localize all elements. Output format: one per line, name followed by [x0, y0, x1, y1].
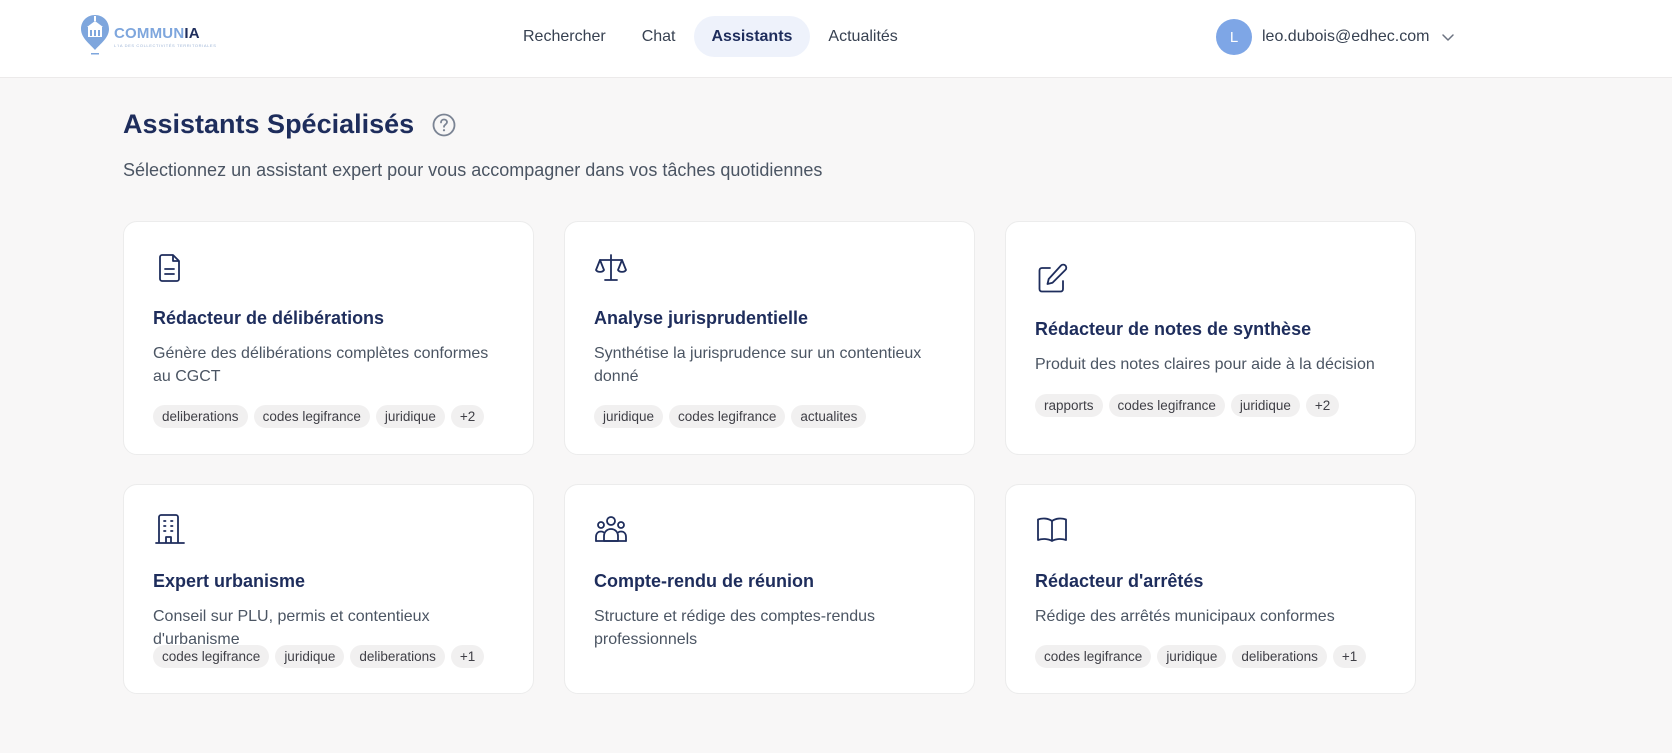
tag-more: +2: [450, 405, 485, 428]
nav-rechercher[interactable]: Rechercher: [505, 16, 624, 57]
card-description: Génère des délibérations complètes confo…: [153, 345, 489, 385]
tag: juridique: [1230, 394, 1300, 417]
tag: codes legifrance: [1035, 645, 1152, 668]
card-description: Produit des notes claires pour aide à la…: [1035, 356, 1375, 373]
tag: juridique: [594, 405, 664, 428]
tag-more: +1: [1332, 645, 1367, 668]
tag-list: deliberations codes legifrance juridique…: [153, 405, 485, 428]
document-icon: [159, 254, 180, 282]
logo-wordmark: COMMUNIA: [114, 25, 200, 42]
building-icon: [155, 514, 185, 544]
book-icon: [1037, 517, 1067, 542]
user-menu[interactable]: L leo.dubois@edhec.com: [1216, 19, 1455, 55]
card-title: Analyse jurisprudentielle: [594, 308, 809, 328]
card-title: Expert urbanisme: [153, 571, 306, 591]
assistant-card-notes-synthese[interactable]: Rédacteur de notes de synthèse Produit d…: [1005, 221, 1416, 455]
tag-list: rapports codes legifrance juridique +2: [1035, 394, 1340, 417]
tag: codes legifrance: [253, 405, 370, 428]
card-description: Synthétise la jurisprudence sur un conte…: [594, 345, 922, 385]
card-title: Compte-rendu de réunion: [594, 571, 814, 591]
edit-icon: [1038, 263, 1068, 293]
card-description: Rédige des arrêtés municipaux conformes: [1035, 608, 1335, 625]
tag: codes legifrance: [669, 405, 786, 428]
assistant-card-jurisprudence[interactable]: Analyse jurisprudentielle Synthétise la …: [564, 221, 975, 455]
tag: actualites: [791, 405, 867, 428]
card-title: Rédacteur de délibérations: [153, 308, 385, 328]
main-nav: Rechercher Chat Assistants Actualités: [505, 16, 916, 57]
scale-icon: [595, 254, 627, 281]
page-subtitle: Sélectionnez un assistant expert pour vo…: [123, 160, 823, 180]
help-circle-icon[interactable]: [431, 112, 457, 138]
tag: codes legifrance: [1108, 394, 1225, 417]
user-email: leo.dubois@edhec.com: [1262, 28, 1430, 45]
tag-list: codes legifrance juridique deliberations…: [153, 645, 485, 668]
tag: rapports: [1035, 394, 1103, 417]
tag: codes legifrance: [153, 645, 270, 668]
tag: juridique: [275, 645, 345, 668]
avatar: L: [1216, 19, 1252, 55]
chevron-down-icon: [1442, 34, 1455, 41]
town-hall-pin-icon: [81, 15, 109, 55]
users-icon: [595, 516, 627, 542]
card-title: Rédacteur de notes de synthèse: [1035, 319, 1312, 339]
tag-list: codes legifrance juridique deliberations…: [1035, 645, 1367, 668]
card-title: Rédacteur d'arrêtés: [1035, 571, 1204, 591]
tag: deliberations: [1232, 645, 1327, 668]
nav-assistants[interactable]: Assistants: [693, 16, 811, 57]
assistant-card-urbanisme[interactable]: Expert urbanisme Conseil sur PLU, permis…: [123, 484, 534, 694]
tag: juridique: [1157, 645, 1227, 668]
nav-actualites[interactable]: Actualités: [810, 16, 915, 57]
tag-more: +2: [1305, 394, 1340, 417]
assistant-card-compte-rendu[interactable]: Compte-rendu de réunion Structure et réd…: [564, 484, 975, 694]
tag-more: +1: [450, 645, 485, 668]
tag: deliberations: [350, 645, 445, 668]
nav-chat[interactable]: Chat: [624, 16, 694, 57]
assistant-card-arretes[interactable]: Rédacteur d'arrêtés Rédige des arrêtés m…: [1005, 484, 1416, 694]
assistant-card-deliberations[interactable]: Rédacteur de délibérations Génère des dé…: [123, 221, 534, 455]
tag-list: juridique codes legifrance actualites: [594, 405, 867, 428]
tag: juridique: [375, 405, 445, 428]
communia-logo[interactable]: COMMUNIA L'IA DES COLLECTIVITÉS TERRITOR…: [80, 14, 216, 56]
top-navigation-bar: COMMUNIA L'IA DES COLLECTIVITÉS TERRITOR…: [0, 0, 1672, 78]
logo-tagline: L'IA DES COLLECTIVITÉS TERRITORIALES: [114, 43, 217, 48]
card-description: Structure et rédige des comptes-rendus p…: [594, 608, 876, 648]
tag: deliberations: [153, 405, 248, 428]
page-title: Assistants Spécialisés: [123, 109, 415, 139]
